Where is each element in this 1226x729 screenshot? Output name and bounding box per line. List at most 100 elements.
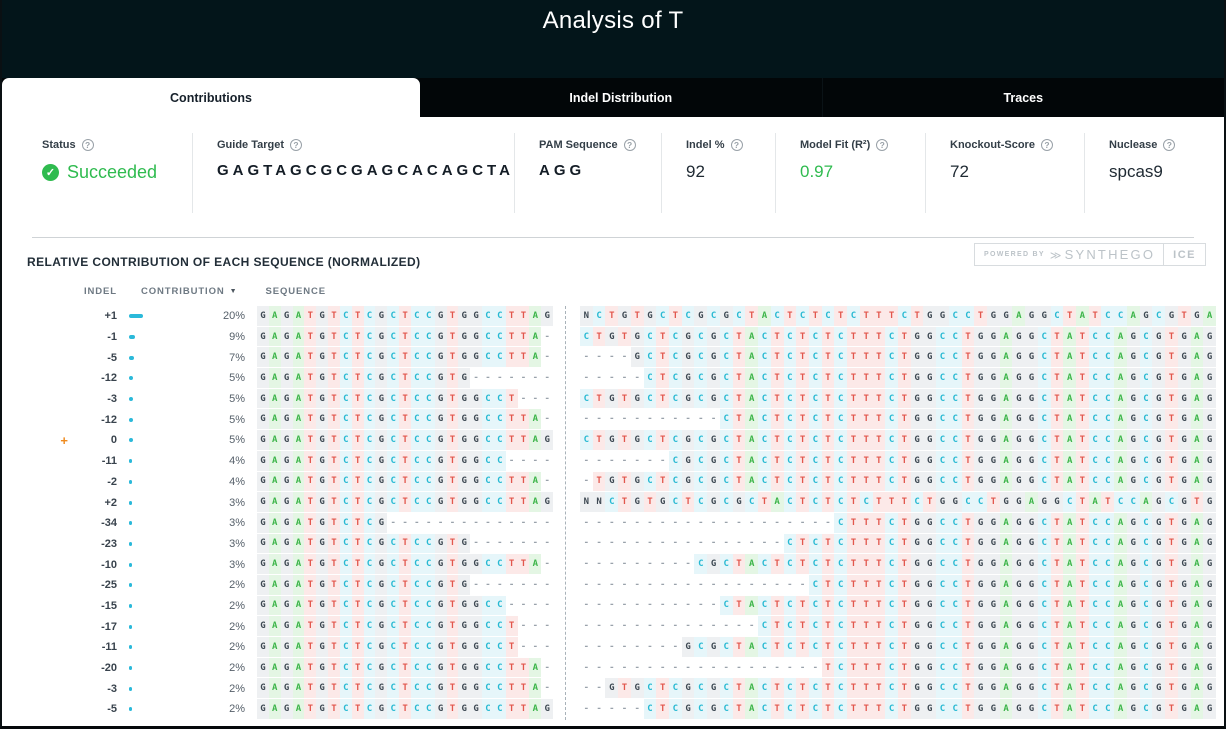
seq-base: C: [834, 596, 847, 617]
seq-base: C: [482, 472, 494, 493]
help-icon[interactable]: ?: [624, 139, 636, 151]
seq-base: G: [435, 575, 447, 596]
seq-base: T: [733, 430, 746, 451]
help-icon[interactable]: ?: [1041, 139, 1053, 151]
seq-base: G: [987, 616, 1000, 637]
seq-base: G: [1152, 327, 1165, 348]
seq-base: T: [847, 409, 860, 430]
seq-base: G: [1152, 492, 1165, 513]
seq-base: G: [281, 513, 293, 534]
seq-base: -: [593, 347, 606, 368]
sequence-right-segment: --GTGCTCGCGCTACTCTCTCTTTCTGGCCTGGAGGCTAT…: [580, 678, 1216, 699]
seq-base: -: [518, 637, 530, 658]
seq-base: C: [936, 637, 949, 658]
status-field-pam-sequence: PAM Sequence ? AGG: [514, 133, 661, 213]
seq-base: G: [435, 347, 447, 368]
seq-base: G: [541, 306, 553, 327]
seq-base: A: [1000, 534, 1013, 555]
seq-base: G: [1012, 451, 1025, 472]
seq-base: C: [364, 596, 376, 617]
seq-base: T: [860, 596, 873, 617]
seq-base: C: [949, 616, 962, 637]
seq-base: C: [758, 616, 771, 637]
seq-base: T: [304, 306, 316, 327]
seq-base: -: [656, 637, 669, 658]
seq-base: T: [822, 472, 835, 493]
seq-base: T: [873, 534, 886, 555]
seq-base: G: [458, 678, 470, 699]
seq-base: C: [387, 699, 399, 720]
tab-contributions[interactable]: Contributions: [2, 78, 420, 117]
tab-indel-distribution[interactable]: Indel Distribution: [420, 78, 822, 117]
sequence-right-segment: -----CTCGCGCTACTCTCTCTTTCTGGCCTGGAGGCTAT…: [580, 368, 1216, 389]
seq-base: C: [784, 554, 797, 575]
seq-base: -: [644, 616, 657, 637]
tab-traces[interactable]: Traces: [822, 78, 1225, 117]
seq-base: A: [1191, 678, 1204, 699]
seq-base: C: [949, 327, 962, 348]
help-icon[interactable]: ?: [1163, 139, 1175, 151]
seq-base: G: [458, 534, 470, 555]
seq-base: G: [1025, 699, 1038, 720]
seq-base: -: [593, 616, 606, 637]
seq-base: G: [1178, 699, 1191, 720]
seq-base: G: [281, 430, 293, 451]
seq-base: C: [822, 306, 835, 327]
help-icon[interactable]: ?: [290, 139, 302, 151]
seq-base: T: [898, 389, 911, 410]
seq-base: C: [1089, 699, 1102, 720]
contribution-bar: [129, 666, 132, 670]
contribution-bar: [129, 604, 132, 608]
seq-base: G: [375, 430, 387, 451]
seq-base: C: [423, 306, 435, 327]
seq-base: -: [720, 616, 733, 637]
seq-base: G: [707, 430, 720, 451]
seq-base: C: [482, 430, 494, 451]
seq-base: C: [1140, 327, 1153, 348]
contribution-bar: [129, 438, 133, 442]
status-label: Knockout-Score ?: [950, 139, 1084, 151]
seq-base: A: [745, 554, 758, 575]
seq-base: T: [822, 534, 835, 555]
sequence-row: -52%GAGATGTCTCGCTCCGTGGCCTTAG-----CTCGCG…: [2, 699, 1224, 720]
column-header-contribution-sort[interactable]: CONTRIBUTION ▼: [141, 286, 237, 297]
seq-base: A: [1063, 658, 1076, 679]
help-icon[interactable]: ?: [731, 139, 743, 151]
seq-base: T: [1076, 472, 1089, 493]
seq-base: G: [911, 534, 924, 555]
seq-base: A: [1191, 699, 1204, 720]
seq-base: G: [375, 451, 387, 472]
seq-base: G: [1152, 699, 1165, 720]
seq-base: G: [257, 409, 269, 430]
seq-base: -: [605, 347, 618, 368]
seq-base: T: [447, 492, 459, 513]
seq-base: G: [1178, 616, 1191, 637]
seq-base: G: [911, 596, 924, 617]
seq-base: T: [399, 472, 411, 493]
seq-base: G: [1012, 596, 1025, 617]
seq-base: G: [987, 327, 1000, 348]
seq-base: G: [923, 658, 936, 679]
seq-base: C: [1114, 306, 1127, 327]
help-icon[interactable]: ?: [82, 139, 94, 151]
seq-base: T: [962, 389, 975, 410]
seq-base: -: [618, 409, 631, 430]
seq-base: C: [411, 616, 423, 637]
status-field-knockout-score: Knockout-Score ? 72: [925, 133, 1084, 213]
seq-base: C: [834, 472, 847, 493]
seq-base: T: [898, 430, 911, 451]
seq-base: T: [328, 554, 340, 575]
seq-base: G: [316, 575, 328, 596]
seq-base: -: [541, 389, 553, 410]
sequence-row: -32%GAGATGTCTCGCTCCGTGGCCTTA---GTGCTCGCG…: [2, 678, 1224, 699]
seq-base: A: [1114, 389, 1127, 410]
seq-base: T: [847, 472, 860, 493]
seq-base: G: [911, 368, 924, 389]
seq-base: -: [694, 658, 707, 679]
seq-base: C: [1101, 616, 1114, 637]
contribution-bar-cell: [117, 707, 157, 711]
help-icon[interactable]: ?: [876, 139, 888, 151]
seq-base: T: [1076, 678, 1089, 699]
seq-base: C: [482, 327, 494, 348]
seq-base: T: [399, 451, 411, 472]
